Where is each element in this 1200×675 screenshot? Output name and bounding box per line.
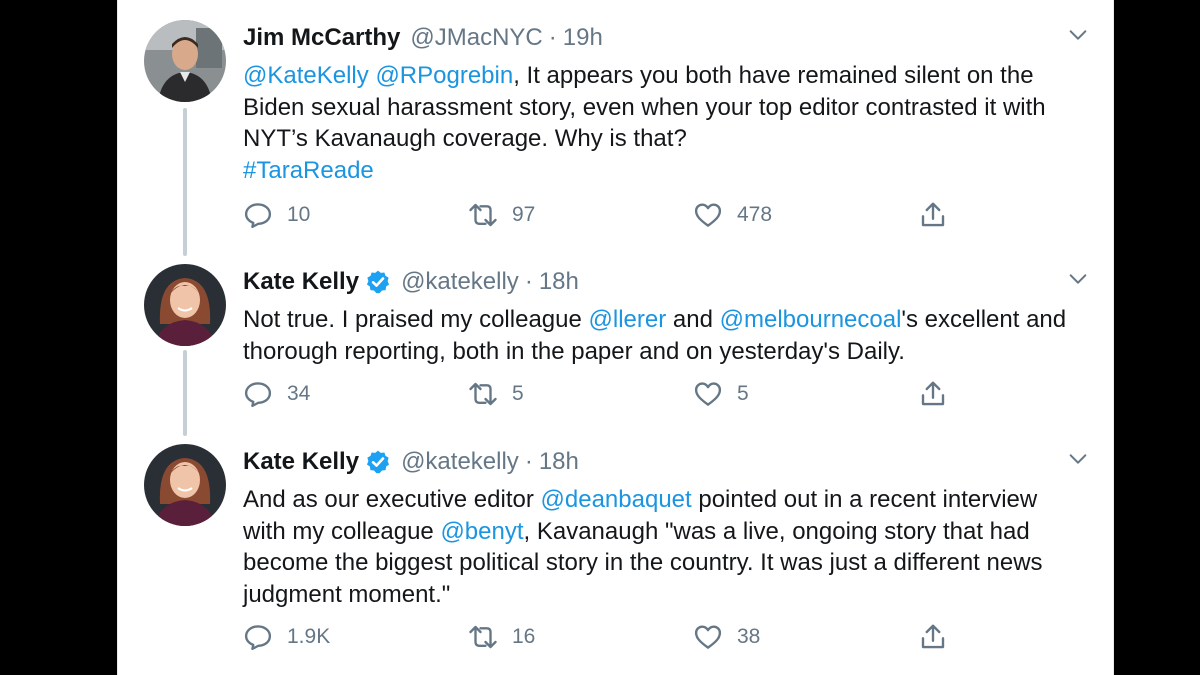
avatar[interactable] [144, 264, 226, 346]
retweet-icon [469, 203, 497, 227]
share-icon [921, 624, 945, 649]
reply-icon [244, 203, 272, 229]
retweet-icon [469, 382, 497, 406]
separator-dot: · [524, 268, 533, 295]
share-icon [921, 202, 945, 227]
reply-count: 1.9K [287, 625, 331, 648]
reply-button[interactable]: 34 [243, 379, 310, 409]
tweet-text: Not true. I praised my colleague @llerer… [243, 304, 1083, 367]
like-count: 38 [737, 625, 761, 648]
reply-count: 10 [287, 203, 311, 226]
avatar[interactable] [144, 444, 226, 526]
like-icon [694, 382, 722, 406]
separator-dot: · [548, 24, 557, 51]
like-button[interactable]: 478 [693, 200, 772, 230]
tweet-actions: 10 97 478 [243, 200, 963, 230]
like-button[interactable]: 5 [693, 379, 749, 409]
separator-dot: · [524, 448, 533, 475]
mention-link[interactable]: @llerer [589, 306, 667, 333]
retweet-button[interactable]: 5 [468, 379, 524, 409]
tweet-header: Jim McCarthy @JMacNYC · 19h [243, 20, 603, 56]
avatar[interactable] [144, 20, 226, 102]
timeline-panel: Jim McCarthy @JMacNYC · 19h @KateKelly @… [117, 0, 1114, 675]
retweet-count: 5 [512, 382, 524, 405]
verified-badge-icon [367, 270, 390, 294]
like-icon [694, 625, 722, 649]
tweet-actions: 34 5 5 [243, 379, 963, 409]
retweet-button[interactable]: 16 [468, 622, 535, 652]
retweet-icon [469, 625, 497, 649]
tweet-text: @KateKelly @RPogrebin, It appears you bo… [243, 60, 1083, 186]
hashtag-link[interactable]: #TaraReade [243, 157, 374, 184]
mention-link[interactable]: @RPogrebin [375, 62, 513, 89]
reply-icon [244, 382, 272, 408]
chevron-down-icon[interactable] [1067, 24, 1089, 46]
like-button[interactable]: 38 [693, 622, 760, 652]
verified-badge-icon [367, 450, 390, 474]
share-button[interactable] [918, 200, 948, 230]
author-handle[interactable]: @katekelly [401, 448, 519, 476]
tweet-text: And as our executive editor @deanbaquet … [243, 484, 1083, 610]
author-name[interactable]: Kate Kelly [243, 448, 359, 476]
tweet-time[interactable]: 18h [539, 448, 579, 476]
like-icon [694, 203, 722, 227]
tweet-actions: 1.9K 16 38 [243, 622, 963, 652]
tweet-time[interactable]: 18h [539, 268, 579, 296]
mention-link[interactable]: @KateKelly [243, 62, 369, 89]
retweet-button[interactable]: 97 [468, 200, 535, 230]
reply-count: 34 [287, 382, 311, 405]
like-count: 478 [737, 203, 773, 226]
reply-button[interactable]: 1.9K [243, 622, 330, 652]
author-name[interactable]: Jim McCarthy [243, 24, 400, 52]
chevron-down-icon[interactable] [1067, 268, 1089, 290]
share-button[interactable] [918, 379, 948, 409]
mention-link[interactable]: @deanbaquet [541, 486, 692, 513]
reply-icon [244, 625, 272, 651]
tweet[interactable]: Kate Kelly @katekelly · 18h Not true. I … [118, 264, 1113, 414]
retweet-count: 97 [512, 203, 536, 226]
tweet-header: Kate Kelly @katekelly · 18h [243, 264, 579, 300]
share-icon [921, 381, 945, 406]
mention-link[interactable]: @melbournecoal [720, 306, 902, 333]
tweet[interactable]: Jim McCarthy @JMacNYC · 19h @KateKelly @… [118, 20, 1113, 235]
share-button[interactable] [918, 622, 948, 652]
tweet-text-segment: And as our executive editor [243, 486, 541, 513]
author-handle[interactable]: @JMacNYC [410, 24, 542, 52]
like-count: 5 [737, 382, 749, 405]
tweet-time[interactable]: 19h [563, 24, 603, 52]
tweet-header: Kate Kelly @katekelly · 18h [243, 444, 579, 480]
mention-link[interactable]: @benyt [440, 518, 523, 545]
tweet-text-segment: and [666, 306, 720, 333]
tweet-text-segment: Not true. I praised my colleague [243, 306, 589, 333]
author-name[interactable]: Kate Kelly [243, 268, 359, 296]
tweet[interactable]: Kate Kelly @katekelly · 18h And as our e… [118, 444, 1113, 669]
reply-button[interactable]: 10 [243, 200, 310, 230]
chevron-down-icon[interactable] [1067, 448, 1089, 470]
author-handle[interactable]: @katekelly [401, 268, 519, 296]
retweet-count: 16 [512, 625, 536, 648]
